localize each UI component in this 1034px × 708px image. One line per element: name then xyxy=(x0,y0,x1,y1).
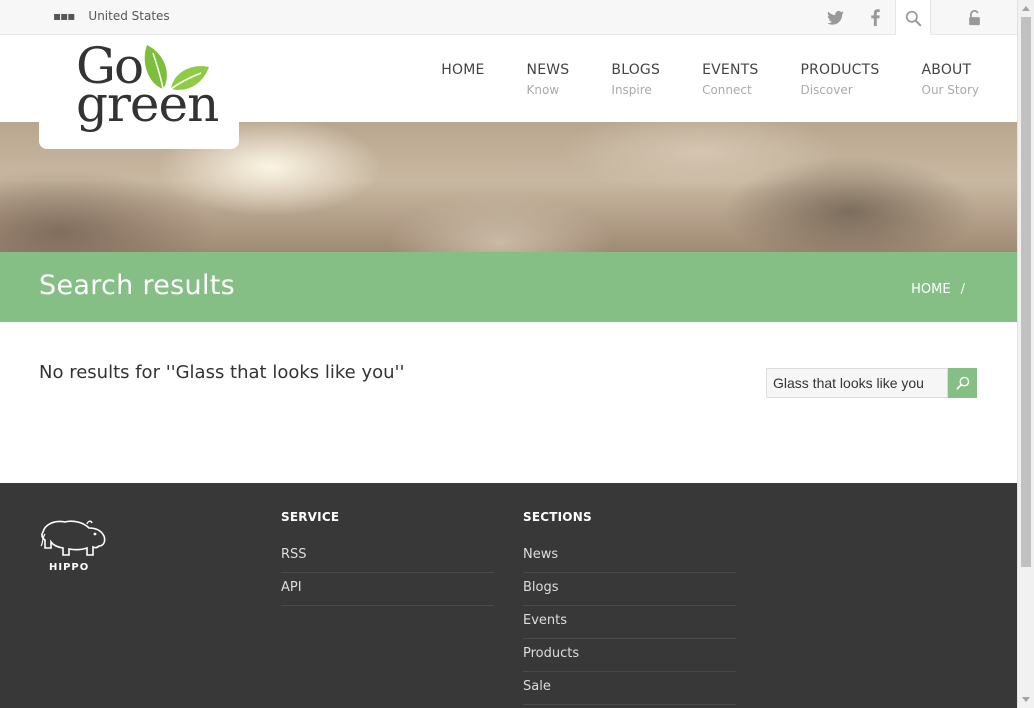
search-form xyxy=(766,368,977,398)
footer-link-news[interactable]: News xyxy=(523,540,736,573)
more-dots-icon: ▪▪▪ xyxy=(53,9,75,23)
top-icons xyxy=(815,0,1017,36)
footer-link-products[interactable]: Products xyxy=(523,639,736,672)
breadcrumb: HOME / xyxy=(911,282,965,297)
nav-item-home[interactable]: HOME xyxy=(441,62,484,97)
nav-item-products[interactable]: PRODUCTS Discover xyxy=(800,62,879,97)
nav-item-label: HOME xyxy=(441,62,485,78)
breadcrumb-home-link[interactable]: HOME xyxy=(911,282,950,297)
footer-link-sale[interactable]: Sale xyxy=(523,672,736,705)
main-nav: HOME NEWS Know BLOGS Inspire EVENTS Conn… xyxy=(399,62,979,97)
footer: HIPPO SERVICE RSS API SECTIONS News Blog… xyxy=(0,483,1017,708)
footer-link-api[interactable]: API xyxy=(281,573,494,606)
footer-service-column: SERVICE RSS API xyxy=(281,510,494,606)
top-bar: ▪▪▪ United States xyxy=(0,0,1017,36)
footer-sections-column: SECTIONS News Blogs Events Products Sale xyxy=(523,510,736,705)
nav-item-sub: Discover xyxy=(800,83,853,97)
page-title: Search results xyxy=(39,270,235,301)
search-input[interactable] xyxy=(766,368,948,398)
footer-heading: SECTIONS xyxy=(523,510,592,524)
breadcrumb-separator: / xyxy=(960,282,965,297)
nav-item-events[interactable]: EVENTS Connect xyxy=(702,62,758,97)
footer-link-rss[interactable]: RSS xyxy=(281,540,494,573)
hippo-icon[interactable] xyxy=(39,518,107,560)
search-icon xyxy=(956,376,969,390)
nav-item-sub: Our Story xyxy=(921,83,980,97)
footer-brand: HIPPO xyxy=(49,562,90,573)
search-icon[interactable] xyxy=(895,0,931,36)
site-logo[interactable]: Go green xyxy=(39,35,239,149)
nav-item-label: BLOGS xyxy=(611,62,661,78)
twitter-icon[interactable] xyxy=(815,0,855,35)
nav-item-sub: Connect xyxy=(702,83,752,97)
nav-item-label: EVENTS xyxy=(702,62,759,78)
locale-selector[interactable]: ▪▪▪ United States xyxy=(53,9,170,23)
page-title-band: Search results HOME / xyxy=(0,252,1017,322)
scroll-up-arrow-icon[interactable] xyxy=(1022,6,1030,11)
nav-item-label: NEWS xyxy=(526,62,570,78)
nav-item-blogs[interactable]: BLOGS Inspire xyxy=(611,62,660,97)
nav-item-label: ABOUT xyxy=(921,62,972,78)
leaves-icon xyxy=(144,45,209,90)
vertical-scrollbar[interactable] xyxy=(1017,0,1034,708)
footer-link-events[interactable]: Events xyxy=(523,606,736,639)
facebook-icon[interactable] xyxy=(855,0,895,35)
scrollbar-thumb[interactable] xyxy=(1021,17,1031,567)
no-results-message: No results for ''Glass that looks like y… xyxy=(39,362,405,383)
search-button[interactable] xyxy=(948,368,977,398)
nav-item-sub: Inspire xyxy=(611,83,652,97)
lock-icon[interactable] xyxy=(931,0,1017,35)
footer-heading: SERVICE xyxy=(281,510,340,524)
locale-label: United States xyxy=(88,9,170,23)
nav-item-news[interactable]: NEWS Know xyxy=(527,62,570,97)
scroll-down-arrow-icon[interactable] xyxy=(1022,697,1030,702)
nav-item-label: PRODUCTS xyxy=(800,62,880,78)
nav-item-sub: Know xyxy=(526,83,560,97)
nav-item-about[interactable]: ABOUT Our Story xyxy=(922,62,980,97)
page: ▪▪▪ United States HOME NEWS Know BLOGS I… xyxy=(0,0,1017,708)
footer-link-blogs[interactable]: Blogs xyxy=(523,573,736,606)
